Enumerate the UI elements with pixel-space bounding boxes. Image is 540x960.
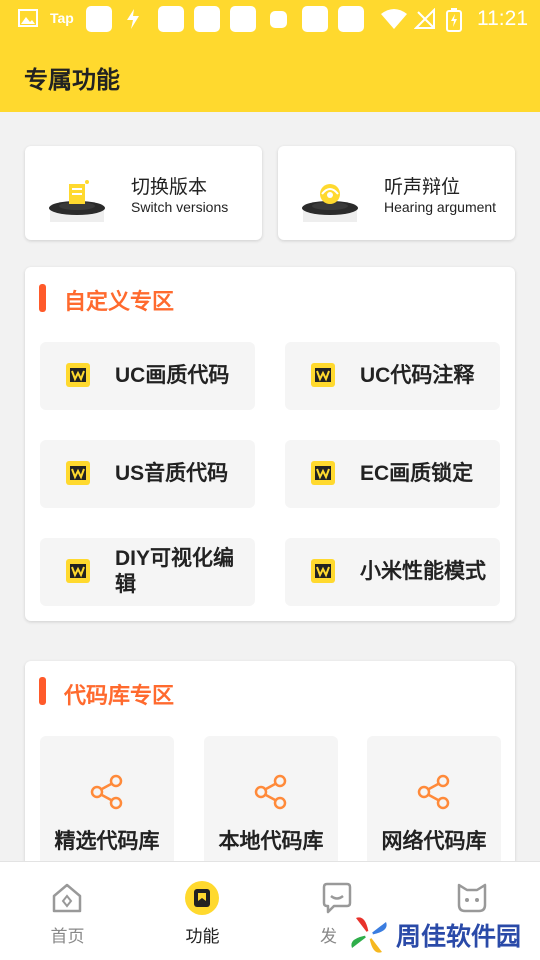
share-icon [417,774,450,810]
us-sound-code-tile[interactable]: US音质代码 [40,440,255,508]
card-subtitle: Hearing argument [384,199,497,215]
watermark-text: 周佳软件园 [396,923,522,951]
section-marker [39,284,46,312]
tile-label: UC画质代码 [115,364,230,387]
home-icon [52,883,82,913]
w-badge-icon [66,559,90,583]
local-library-tile[interactable]: 本地代码库 [204,736,338,876]
tile-label: EC画质锁定 [360,462,474,485]
notification-icon [230,6,256,32]
share-icon [254,774,287,810]
tile-label: 小米性能模式 [360,560,486,583]
uc-quality-code-tile[interactable]: UC画质代码 [40,342,255,410]
custom-section: 自定义专区 UC画质代码 UC代码注释 US音质代码 EC画质锁定 DIY可视化… [25,267,515,621]
notification-icon [86,6,112,32]
page-title: 专属功能 [24,67,120,94]
share-icon [90,774,123,810]
notification-icon [158,6,184,32]
status-bar: Tap 11:21 [0,0,540,38]
uc-code-comment-tile[interactable]: UC代码注释 [285,342,500,410]
w-badge-icon [311,461,335,485]
tile-label: US音质代码 [115,462,229,485]
tile-label: 网络代码库 [381,830,487,853]
card-title: 听声辩位 [384,177,461,198]
ec-quality-lock-tile[interactable]: EC画质锁定 [285,440,500,508]
network-library-tile[interactable]: 网络代码库 [367,736,501,876]
bookmark-icon [185,881,219,915]
nav-label: 功能 [185,927,220,946]
featured-library-tile[interactable]: 精选代码库 [40,736,174,876]
notification-icon [194,6,220,32]
tile-label: 精选代码库 [54,830,160,853]
hearing-icon [302,184,358,222]
wifi-icon [380,8,408,35]
notification-icon [302,6,328,32]
tile-label: UC代码注释 [360,364,475,387]
tile-label: 本地代码库 [218,830,324,853]
notification-icon [270,11,287,28]
nav-features[interactable]: 功能 [135,862,270,960]
watermark: 周佳软件园 [346,912,540,958]
signal-icon [413,7,436,35]
section-title: 自定义专区 [64,289,175,314]
xiaomi-performance-tile[interactable]: 小米性能模式 [285,538,500,606]
section-marker [39,677,46,705]
cat-icon [457,883,487,913]
tap-label: Tap [50,10,74,26]
battery-icon [446,8,462,37]
switch-versions-card[interactable]: 切换版本 Switch versions [25,146,262,240]
bolt-icon [124,8,142,35]
w-badge-icon [311,363,335,387]
hearing-argument-card[interactable]: 听声辩位 Hearing argument [278,146,515,240]
w-badge-icon [66,461,90,485]
nav-label: 首页 [50,927,85,946]
w-badge-icon [66,363,90,387]
nav-home[interactable]: 首页 [0,862,135,960]
chat-icon [322,882,352,914]
version-switch-icon [49,180,105,222]
image-icon [18,8,38,33]
card-title: 切换版本 [131,177,208,198]
section-title: 代码库专区 [64,683,175,708]
tile-label: DIY可视化编辑 [115,547,235,596]
w-badge-icon [311,559,335,583]
notification-icon [338,6,364,32]
card-subtitle: Switch versions [131,199,229,215]
diy-visual-edit-tile[interactable]: DIY可视化编辑 [40,538,255,606]
clock: 11:21 [477,7,528,30]
app-header: Tap 11:21 专属功能 [0,0,540,112]
pinwheel-logo-icon [351,917,387,953]
